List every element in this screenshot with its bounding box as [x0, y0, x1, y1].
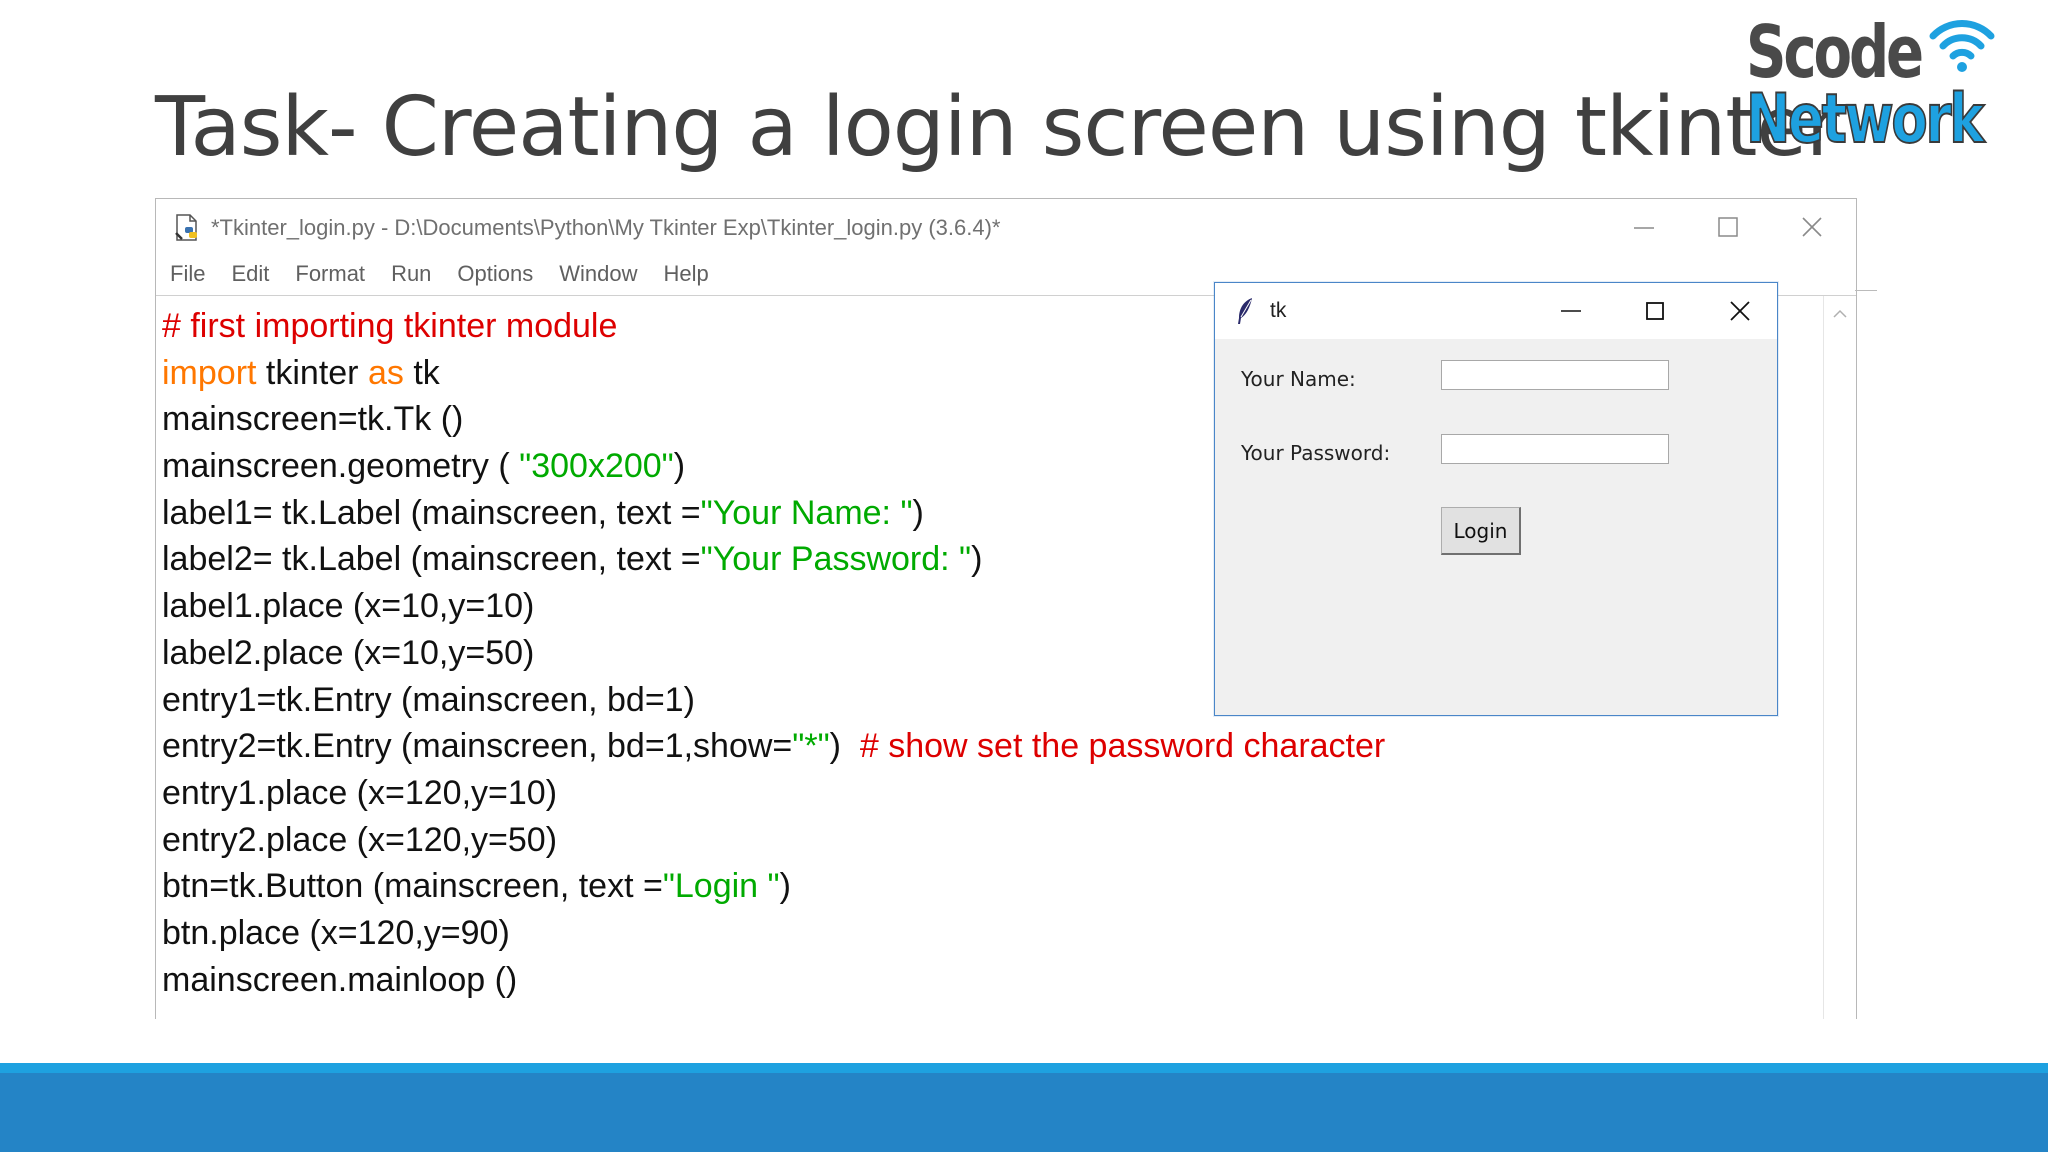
scode-network-logo: Scode Network	[1745, 10, 1996, 160]
code-token-string: "Your Name: "	[700, 493, 913, 532]
tk-window-title: tk	[1270, 299, 1287, 322]
name-entry[interactable]	[1441, 360, 1669, 390]
tk-titlebar[interactable]: tk	[1215, 283, 1777, 339]
idle-minimize-button[interactable]	[1624, 209, 1664, 245]
login-button[interactable]: Login	[1441, 507, 1521, 555]
menu-edit[interactable]: Edit	[231, 261, 269, 295]
password-label: Your Password:	[1241, 441, 1391, 465]
minimize-icon	[1561, 310, 1581, 312]
code-line: entry2=tk.Entry (mainscreen, bd=1,show="…	[162, 723, 1822, 770]
maximize-icon	[1718, 217, 1738, 237]
idle-maximize-button[interactable]	[1708, 209, 1748, 245]
idle-close-button[interactable]	[1792, 209, 1832, 245]
password-entry[interactable]	[1441, 434, 1669, 464]
code-token-plain: label1.place (x=10,y=10)	[162, 587, 535, 626]
scroll-up-button[interactable]	[1830, 304, 1850, 324]
code-token-keyword: import	[162, 353, 257, 392]
menu-options[interactable]: Options	[457, 261, 533, 295]
code-token-plain: btn.place (x=120,y=90)	[162, 913, 510, 952]
menu-run[interactable]: Run	[391, 261, 431, 295]
close-icon	[1730, 301, 1750, 321]
python-file-icon	[172, 213, 202, 248]
tk-minimize-button[interactable]	[1551, 293, 1591, 329]
code-token-plain: label1= tk.Label (mainscreen, text =	[162, 493, 701, 532]
code-line: btn.place (x=120,y=90)	[162, 910, 1822, 957]
code-token-plain: label2= tk.Label (mainscreen, text =	[162, 540, 701, 579]
code-token-plain: entry2=tk.Entry (mainscreen, bd=1,show=	[162, 727, 793, 766]
idle-window-title: *Tkinter_login.py - D:\Documents\Python\…	[211, 215, 1001, 240]
tk-close-button[interactable]	[1720, 293, 1760, 329]
tk-login-window: tk Your Name: Your Password: Login	[1214, 282, 1778, 716]
name-label: Your Name:	[1241, 367, 1356, 391]
code-token-plain: )	[829, 727, 860, 766]
code-token-plain: entry2.place (x=120,y=50)	[162, 820, 558, 859]
code-token-plain: )	[673, 447, 686, 486]
logo-word-network: Network	[1745, 79, 1985, 160]
menu-window[interactable]: Window	[559, 261, 637, 295]
code-token-plain: mainscreen=tk.Tk ()	[162, 400, 464, 439]
code-line: entry2.place (x=120,y=50)	[162, 817, 1822, 864]
code-token-plain: label2.place (x=10,y=50)	[162, 633, 535, 672]
code-token-plain: )	[912, 493, 924, 532]
code-line: entry1.place (x=120,y=10)	[162, 770, 1822, 817]
code-token-plain: entry1=tk.Entry (mainscreen, bd=1)	[162, 680, 695, 719]
code-token-plain: entry1.place (x=120,y=10)	[162, 773, 558, 812]
maximize-icon	[1646, 302, 1664, 320]
menu-format[interactable]: Format	[295, 261, 365, 295]
code-token-string: "Your Password: "	[700, 540, 972, 579]
code-line: mainscreen.mainloop ()	[162, 957, 1822, 1004]
code-token-comment: # first importing tkinter module	[162, 307, 618, 345]
code-token-plain: )	[971, 540, 983, 579]
close-icon	[1802, 217, 1822, 237]
vertical-scrollbar[interactable]	[1823, 296, 1856, 1019]
code-token-string: "Login "	[662, 867, 780, 906]
menu-file[interactable]: File	[170, 261, 205, 295]
code-token-plain: btn=tk.Button (mainscreen, text =	[162, 867, 663, 906]
window-edge-line	[1855, 290, 1877, 291]
code-token-plain: mainscreen.geometry (	[162, 447, 520, 486]
wifi-icon	[1929, 20, 1995, 72]
code-line: btn=tk.Button (mainscreen, text ="Login …	[162, 863, 1822, 910]
footer-band-dark	[0, 1073, 2048, 1152]
chevron-up-icon	[1833, 309, 1847, 318]
code-token-string: "300x200"	[519, 447, 674, 486]
feather-icon	[1235, 297, 1255, 330]
minimize-icon	[1634, 227, 1654, 229]
code-token-comment: # show set the password character	[859, 727, 1386, 766]
tk-maximize-button[interactable]	[1635, 293, 1675, 329]
menu-help[interactable]: Help	[664, 261, 709, 295]
code-token-plain: mainscreen.mainloop ()	[162, 960, 518, 999]
idle-menubar: File Edit Format Run Options Window Help	[170, 261, 735, 295]
footer-band-light	[0, 1063, 2048, 1073]
slide-title: Task- Creating a login screen using tkin…	[155, 80, 1840, 175]
code-token-plain: tk	[403, 353, 440, 392]
code-token-plain: )	[779, 867, 791, 906]
code-token-string: "*"	[792, 727, 830, 766]
code-token-plain: tkinter	[256, 353, 368, 392]
code-token-keyword: as	[367, 353, 404, 392]
idle-titlebar[interactable]: *Tkinter_login.py - D:\Documents\Python\…	[156, 199, 1856, 253]
